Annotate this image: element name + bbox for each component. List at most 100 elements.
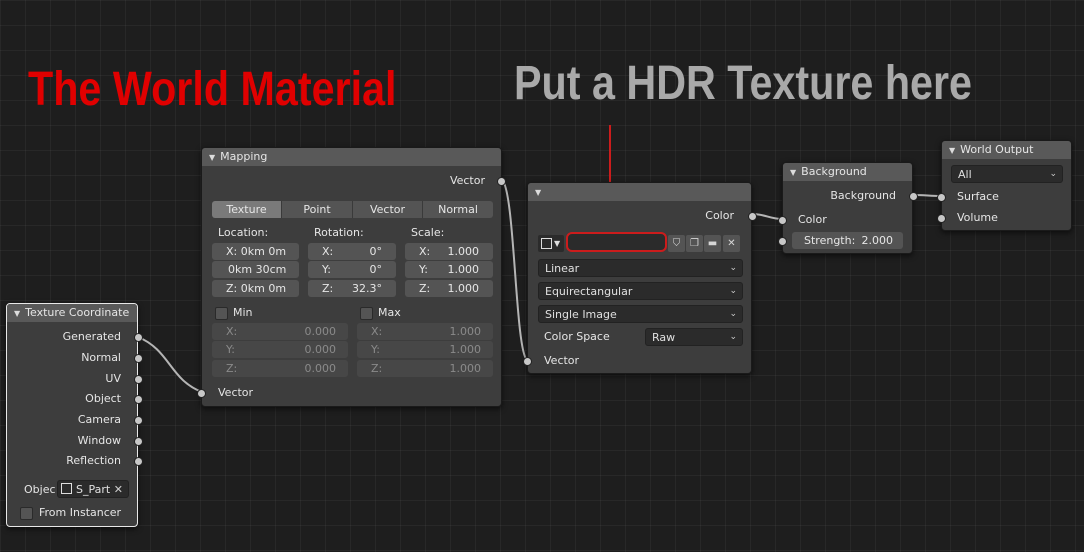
source-select[interactable]: Single Image ⌄ — [538, 305, 743, 323]
output-reflection: Reflection — [66, 454, 121, 467]
location-y-value: 0km 30cm — [228, 263, 287, 276]
output-background: Background — [830, 189, 896, 202]
image-browse-button[interactable]: ▼ — [538, 235, 564, 252]
target-select[interactable]: All ⌄ — [951, 165, 1063, 183]
location-y-field[interactable]: 0km 30cm — [212, 261, 299, 278]
duplicate-image-icon[interactable]: ❐ — [686, 235, 703, 252]
socket-color-out[interactable] — [748, 212, 757, 221]
collapse-arrow-icon[interactable]: ▼ — [949, 146, 955, 155]
rotation-x-field[interactable]: X: 0° — [308, 243, 396, 260]
chevron-down-icon: ▼ — [554, 239, 561, 248]
texture-coordinate-node[interactable]: ▼ Texture Coordinate Generated Normal UV … — [6, 303, 143, 527]
location-x-field[interactable]: X: 0km 0m — [212, 243, 299, 260]
max-z-value: 1.000 — [449, 362, 482, 375]
max-y-field[interactable]: Y: 1.000 — [357, 341, 493, 358]
rotation-y-field[interactable]: Y: 0° — [308, 261, 396, 278]
socket-surface-in[interactable] — [937, 193, 946, 202]
min-checkbox[interactable] — [215, 307, 228, 320]
output-uv: UV — [105, 372, 121, 385]
rotation-label: Rotation: — [314, 226, 364, 239]
background-header[interactable]: ▼ Background — [783, 163, 912, 181]
socket-reflection[interactable] — [134, 457, 143, 466]
max-label: Max — [378, 306, 401, 319]
output-object: Object — [85, 392, 121, 405]
socket-strength-in[interactable] — [778, 237, 787, 246]
min-z-label: Z: — [226, 362, 238, 375]
strength-value: 2.000 — [861, 234, 894, 247]
location-z-field[interactable]: Z: 0km 0m — [212, 280, 299, 297]
socket-generated[interactable] — [134, 333, 143, 342]
min-x-field[interactable]: X: 0.000 — [212, 323, 348, 340]
socket-vector-out[interactable] — [497, 177, 506, 186]
annotation-world-material: The World Material — [28, 63, 397, 116]
world-output-node[interactable]: ▼ World Output All ⌄ Surface Volume — [937, 140, 1072, 231]
source-value: Single Image — [545, 308, 617, 321]
tab-normal[interactable]: Normal — [423, 201, 493, 218]
mapping-header[interactable]: ▼ Mapping — [202, 148, 501, 166]
collapse-arrow-icon[interactable]: ▼ — [535, 188, 541, 197]
output-normal: Normal — [81, 351, 121, 364]
environment-texture-node[interactable]: ▼ Color ▼ ⛉ ❐ ▬ ✕ Linear ⌄ Equirectangula… — [523, 182, 757, 374]
min-z-field[interactable]: Z: 0.000 — [212, 360, 348, 377]
input-surface: Surface — [957, 190, 999, 203]
from-instancer-checkbox[interactable] — [20, 507, 33, 520]
object-field[interactable]: S_Part ✕ — [57, 480, 129, 498]
interpolation-select[interactable]: Linear ⌄ — [538, 259, 743, 277]
open-folder-icon[interactable]: ▬ — [704, 235, 721, 252]
strength-field[interactable]: Strength: 2.000 — [792, 232, 903, 249]
input-volume: Volume — [957, 211, 998, 224]
tab-vector[interactable]: Vector — [353, 201, 423, 218]
tab-texture[interactable]: Texture — [212, 201, 282, 218]
scale-z-label: Z: — [419, 282, 431, 295]
scale-y-field[interactable]: Y: 1.000 — [405, 261, 493, 278]
color-space-select[interactable]: Raw ⌄ — [645, 328, 743, 346]
max-x-field[interactable]: X: 1.000 — [357, 323, 493, 340]
scale-z-field[interactable]: Z: 1.000 — [405, 280, 493, 297]
min-y-field[interactable]: Y: 0.000 — [212, 341, 348, 358]
input-vector: Vector — [218, 386, 254, 399]
color-space-value: Raw — [652, 331, 676, 344]
world-output-header[interactable]: ▼ World Output — [942, 141, 1071, 159]
rotation-x-value: 0° — [369, 245, 383, 258]
fake-user-shield-icon[interactable]: ⛉ — [668, 235, 685, 252]
rotation-z-field[interactable]: Z: 32.3° — [308, 280, 396, 297]
collapse-arrow-icon[interactable]: ▼ — [14, 309, 20, 318]
output-window: Window — [77, 434, 121, 447]
image-name-field[interactable] — [566, 232, 667, 252]
collapse-arrow-icon[interactable]: ▼ — [790, 168, 796, 177]
scale-x-field[interactable]: X: 1.000 — [405, 243, 493, 260]
socket-uv[interactable] — [134, 375, 143, 384]
tab-point[interactable]: Point — [282, 201, 353, 218]
node-title: Texture Coordinate — [25, 306, 130, 319]
socket-vector-in[interactable] — [523, 357, 532, 366]
mapping-node[interactable]: ▼ Mapping Vector Texture Point Vector Nor… — [197, 147, 506, 407]
interpolation-value: Linear — [545, 262, 580, 275]
min-x-label: X: — [226, 325, 238, 338]
collapse-arrow-icon[interactable]: ▼ — [209, 153, 215, 162]
environment-texture-header[interactable]: ▼ — [528, 183, 751, 201]
max-checkbox[interactable] — [360, 307, 373, 320]
texture-coordinate-header[interactable]: ▼ Texture Coordinate — [7, 304, 137, 322]
socket-color-in[interactable] — [778, 216, 787, 225]
unlink-close-icon[interactable]: ✕ — [723, 235, 740, 252]
socket-background-out[interactable] — [909, 192, 918, 201]
node-title: World Output — [960, 143, 1034, 156]
scale-y-label: Y: — [419, 263, 428, 276]
socket-window[interactable] — [134, 437, 143, 446]
projection-select[interactable]: Equirectangular ⌄ — [538, 282, 743, 300]
max-z-field[interactable]: Z: 1.000 — [357, 360, 493, 377]
background-node[interactable]: ▼ Background Background Color Strength: 2… — [778, 162, 918, 254]
socket-camera[interactable] — [134, 416, 143, 425]
socket-vector-in[interactable] — [197, 389, 206, 398]
link-generated-to-vector — [137, 336, 203, 393]
socket-volume-in[interactable] — [937, 214, 946, 223]
clear-icon[interactable]: ✕ — [114, 481, 123, 498]
socket-object[interactable] — [134, 395, 143, 404]
chevron-down-icon: ⌄ — [729, 263, 737, 273]
scale-y-value: 1.000 — [447, 263, 480, 276]
output-color: Color — [705, 209, 734, 222]
socket-normal[interactable] — [134, 354, 143, 363]
output-generated: Generated — [62, 330, 121, 343]
max-y-value: 1.000 — [449, 343, 482, 356]
link-mapping-to-env — [501, 179, 528, 361]
